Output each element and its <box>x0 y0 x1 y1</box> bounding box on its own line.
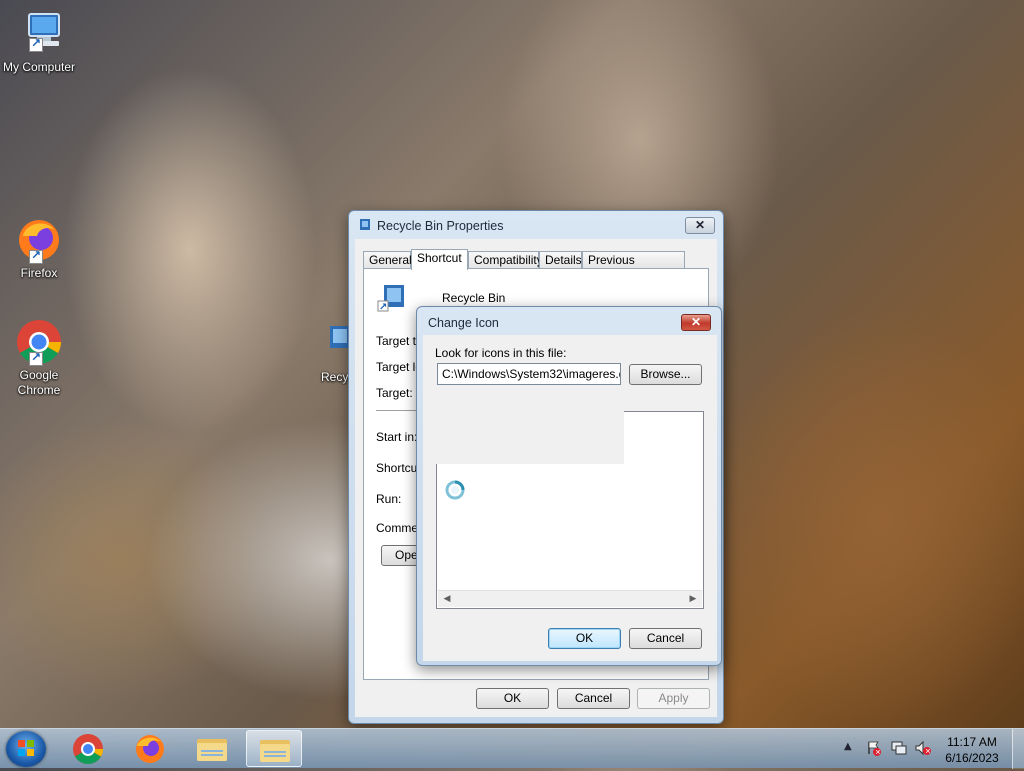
show-hidden-icon[interactable]: ▲ <box>844 741 852 752</box>
run-label: Run: <box>376 492 402 506</box>
explorer-icon <box>197 739 227 761</box>
show-desktop-button[interactable] <box>1012 729 1024 769</box>
cancel-button[interactable]: Cancel <box>629 628 702 649</box>
tab-previous-versions[interactable]: Previous Versions <box>582 251 685 284</box>
tab-shortcut[interactable]: Shortcut <box>411 249 468 270</box>
change-icon-client-area: Look for icons in this file: C:\Windows\… <box>423 335 717 661</box>
ok-button[interactable]: OK <box>476 688 549 709</box>
recycle-bin-icon <box>357 218 372 233</box>
taskbar-item-firefox[interactable] <box>122 730 178 767</box>
properties-titlebar[interactable]: Recycle Bin Properties ✕ <box>349 211 723 239</box>
desktop-icon-my-computer[interactable]: My Computer <box>0 10 78 75</box>
ok-button[interactable]: OK <box>548 628 621 649</box>
loading-placeholder <box>424 410 624 464</box>
start-in-label: Start in: <box>376 430 418 444</box>
browse-button[interactable]: Browse... <box>629 364 702 385</box>
clock-date: 6/16/2023 <box>945 751 999 765</box>
desktop-icon-label: Firefox <box>20 266 58 280</box>
explorer-icon <box>260 740 290 762</box>
horizontal-scrollbar[interactable]: ◀ ▶ <box>438 590 702 607</box>
svg-text:↗: ↗ <box>379 302 387 313</box>
close-icon: ✕ <box>694 218 706 232</box>
scroll-left-icon[interactable]: ◀ <box>440 593 454 606</box>
dialog-title: Change Icon <box>428 316 499 330</box>
close-button[interactable]: ✕ <box>681 314 711 331</box>
svg-text:✕: ✕ <box>925 748 931 756</box>
apply-button[interactable]: Apply <box>637 688 710 709</box>
separator <box>376 410 416 411</box>
network-icon[interactable] <box>890 740 908 756</box>
target-label: Target: <box>376 386 413 400</box>
icon-file-path-input[interactable]: C:\Windows\System32\imageres.dll <box>437 363 621 385</box>
system-tray: ▲ ✕ ✕ 11:17 AM 6/16/2023 <box>838 729 1024 769</box>
item-name-label: Recycle Bin <box>442 291 506 305</box>
taskbar-item-explorer[interactable] <box>184 730 240 767</box>
taskbar: ▲ ✕ ✕ 11:17 AM 6/16/2023 <box>0 728 1024 769</box>
change-icon-dialog: Change Icon ✕ Look for icons in this fil… <box>416 306 722 666</box>
computer-icon <box>15 10 63 58</box>
svg-text:✕: ✕ <box>875 749 881 757</box>
cancel-button[interactable]: Cancel <box>557 688 630 709</box>
chrome-icon <box>73 734 104 765</box>
tab-general[interactable]: General <box>363 251 412 269</box>
close-icon: ✕ <box>690 315 702 329</box>
look-for-icons-label: Look for icons in this file: <box>435 346 567 360</box>
volume-muted-icon[interactable]: ✕ <box>914 740 932 756</box>
tab-details[interactable]: Details <box>539 251 582 269</box>
shortcut-key-label: Shortcut <box>376 461 421 475</box>
clock-time: 11:17 AM <box>947 735 997 749</box>
recycle-bin-icon: ↗ <box>376 283 408 315</box>
scroll-right-icon[interactable]: ▶ <box>686 593 700 606</box>
desktop-icon-firefox[interactable]: Firefox <box>0 216 78 281</box>
target-type-label: Target t <box>376 334 417 348</box>
firefox-icon <box>136 735 164 763</box>
tab-compatibility[interactable]: Compatibility <box>468 251 543 269</box>
clock[interactable]: 11:17 AM 6/16/2023 <box>937 734 1007 766</box>
window-title: Recycle Bin Properties <box>377 219 504 233</box>
desktop-icon-label: My Computer <box>2 60 76 74</box>
icon-list[interactable]: ◀ ▶ <box>424 410 704 609</box>
desktop-icon-google-chrome[interactable]: Google Chrome <box>0 318 78 398</box>
start-button[interactable] <box>6 731 46 767</box>
taskbar-item-explorer-active[interactable] <box>246 730 302 767</box>
action-center-icon[interactable]: ✕ <box>866 740 882 757</box>
chrome-icon <box>15 318 63 366</box>
desktop-icon-label: Google Chrome <box>17 368 61 397</box>
taskbar-item-chrome[interactable] <box>60 730 116 767</box>
firefox-icon <box>15 216 63 264</box>
windows-logo-icon <box>18 740 34 756</box>
change-icon-titlebar[interactable]: Change Icon ✕ <box>417 307 721 335</box>
loading-spinner-icon <box>445 480 465 500</box>
close-button[interactable]: ✕ <box>685 217 715 234</box>
